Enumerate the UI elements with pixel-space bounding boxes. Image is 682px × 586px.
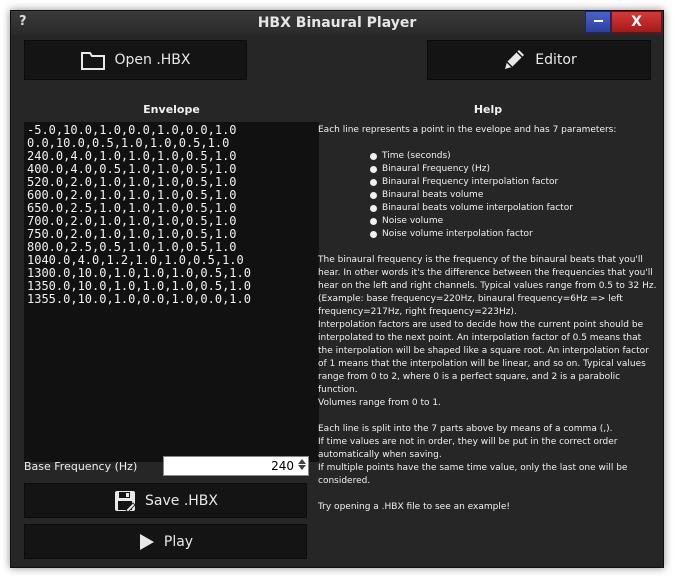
save-hbx-label: Save .HBX [145, 492, 218, 509]
play-label: Play [163, 533, 194, 550]
editor-button[interactable]: Editor [427, 40, 651, 80]
spin-buttons[interactable] [297, 458, 307, 474]
editor-label: Editor [535, 52, 577, 68]
close-button[interactable]: X [611, 11, 662, 33]
floppy-disk-icon [115, 490, 136, 513]
help-paragraph: Each line is split into the 7 parts abov… [318, 424, 613, 434]
save-hbx-button[interactable]: Save .HBX [24, 483, 307, 518]
parameter-item: Binaural beats volume interpolation fact… [370, 202, 658, 215]
parameter-list: Time (seconds) Binaural Frequency (Hz) Bin… [370, 150, 658, 241]
help-panel: Each line represents a point in the evel… [318, 124, 658, 514]
help-intro: Each line represents a point in the evel… [318, 125, 617, 135]
minimize-icon [594, 20, 603, 22]
open-hbx-label: Open .HBX [114, 52, 191, 68]
base-frequency-spinbox[interactable]: 240 [163, 456, 309, 476]
play-button[interactable]: Play [24, 524, 307, 559]
parameter-item: Binaural beats volume [370, 189, 658, 202]
spin-down-icon[interactable] [298, 465, 306, 470]
help-paragraph: If multiple points have the same time va… [318, 463, 628, 486]
main-window: ? HBX Binaural Player X Open .HBX Editor… [10, 10, 664, 568]
envelope-line: 1355.0,10.0,1.0,0.0,1.0,0.0,1.0 [27, 292, 251, 306]
open-hbx-button[interactable]: Open .HBX [24, 40, 247, 80]
help-paragraph: Try opening a .HBX file to see an exampl… [318, 502, 511, 512]
help-paragraph: The binaural frequency is the frequency … [318, 255, 657, 317]
parameter-item: Noise volume [370, 215, 658, 228]
window-title: HBX Binaural Player [257, 15, 417, 31]
envelope-textarea[interactable]: -5.0,10.0,1.0,0.0,1.0,0.0,1.0 0.0,10.0,0.… [24, 122, 319, 462]
help-title: Help [473, 103, 503, 116]
parameter-item: Binaural Frequency interpolation factor [370, 176, 658, 189]
folder-icon [81, 52, 106, 70]
parameter-item: Binaural Frequency (Hz) [370, 163, 658, 176]
help-spacer [318, 488, 658, 501]
envelope-title: Envelope [143, 103, 200, 116]
help-spacer [318, 410, 658, 423]
minimize-button[interactable] [585, 11, 611, 33]
parameter-item: Time (seconds) [370, 150, 658, 163]
help-paragraph: Interpolation factors are used to decide… [318, 320, 649, 395]
help-paragraph: Volumes range from 0 to 1. [318, 398, 441, 408]
play-icon [139, 533, 154, 550]
spin-up-icon[interactable] [298, 459, 306, 464]
help-paragraph: If time values are not in order, they wi… [318, 437, 618, 460]
parameter-item: Noise volume interpolation factor [370, 228, 658, 241]
base-frequency-label: Base Frequency (Hz) [24, 460, 138, 473]
base-frequency-value: 240 [271, 459, 294, 473]
title-bar: ? HBX Binaural Player X [11, 11, 663, 35]
pencil-icon [505, 50, 525, 69]
